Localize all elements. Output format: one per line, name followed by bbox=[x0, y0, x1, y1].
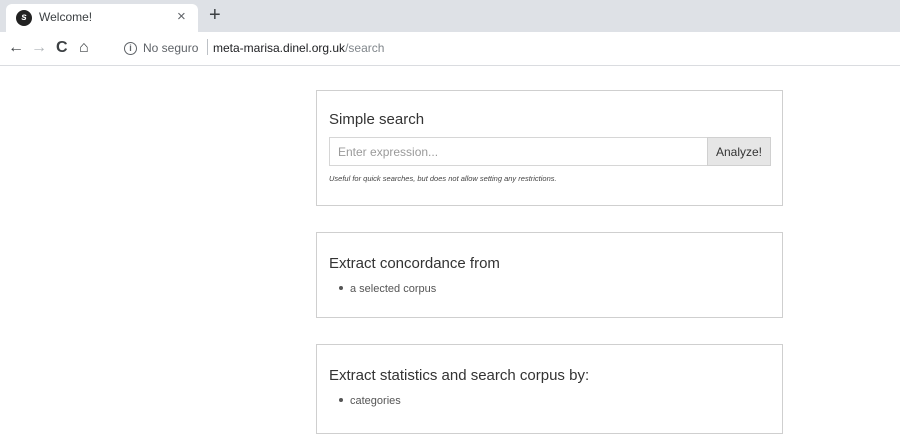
bullet-icon bbox=[339, 286, 343, 291]
reload-icon[interactable]: C bbox=[56, 38, 68, 58]
categories-link[interactable]: categories bbox=[350, 395, 401, 407]
list-item: categories bbox=[339, 395, 401, 407]
bullet-icon bbox=[339, 398, 343, 403]
concordance-options: a selected corpus bbox=[339, 283, 436, 295]
new-tab-button[interactable]: + bbox=[209, 3, 221, 27]
back-arrow-icon[interactable]: ← bbox=[8, 38, 24, 58]
concordance-panel: Extract concordance from a selected corp… bbox=[316, 232, 783, 318]
analyze-button[interactable]: Analyze! bbox=[707, 137, 771, 166]
simple-search-title: Simple search bbox=[329, 111, 425, 128]
forward-arrow-icon[interactable]: → bbox=[31, 38, 47, 58]
url-host: meta-marisa.dinel.org.uk bbox=[213, 41, 346, 55]
url-text[interactable]: meta-marisa.dinel.org.uk/search bbox=[213, 41, 384, 55]
symfony-icon: s bbox=[16, 10, 32, 26]
concordance-title: Extract concordance from bbox=[329, 255, 500, 272]
security-status[interactable]: No seguro bbox=[143, 41, 198, 55]
selected-corpus-link[interactable]: a selected corpus bbox=[350, 283, 436, 295]
search-expression-input[interactable] bbox=[329, 137, 708, 166]
tab-close-icon[interactable]: × bbox=[177, 8, 186, 25]
search-help-text: Useful for quick searches, but does not … bbox=[329, 174, 557, 183]
home-icon[interactable]: ⌂ bbox=[79, 38, 89, 58]
url-path: /search bbox=[345, 41, 385, 55]
tab-title: Welcome! bbox=[39, 10, 93, 24]
address-bar[interactable]: i No seguro meta-marisa.dinel.org.uk/sea… bbox=[110, 36, 894, 62]
info-icon[interactable]: i bbox=[124, 42, 137, 55]
tab-strip: s Welcome! × + bbox=[0, 0, 900, 32]
list-item: a selected corpus bbox=[339, 283, 436, 295]
browser-tab[interactable]: s Welcome! × bbox=[6, 4, 198, 32]
simple-search-panel: Simple search Analyze! Useful for quick … bbox=[316, 90, 783, 206]
url-divider bbox=[207, 39, 208, 55]
statistics-options: categories bbox=[339, 395, 401, 407]
statistics-title: Extract statistics and search corpus by: bbox=[329, 367, 590, 384]
statistics-panel: Extract statistics and search corpus by:… bbox=[316, 344, 783, 434]
browser-toolbar: ← → C ⌂ i No seguro meta-marisa.dinel.or… bbox=[0, 32, 900, 66]
